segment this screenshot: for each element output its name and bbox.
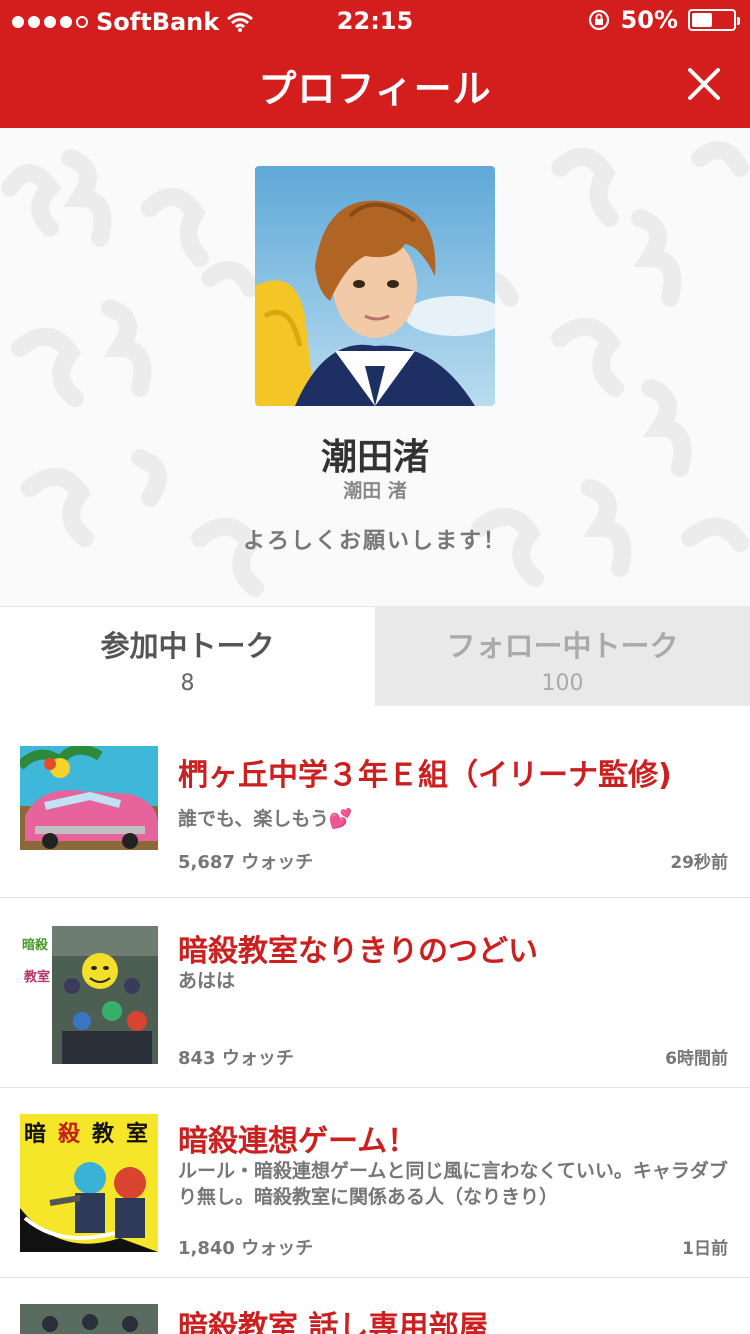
talk-time: 6時間前: [665, 1049, 728, 1069]
watch-count: 5,687 ウォッチ: [178, 852, 314, 873]
tab-bar: 参加中トーク 8 フォロー中トーク 100: [0, 606, 750, 707]
tab-count: 100: [541, 671, 584, 696]
profile-message: よろしくお願いします！: [242, 529, 507, 554]
talk-description: ルール・暗殺連想ゲームと同じ風に言わなくていい。キャラダブり無し。暗殺教室に関係…: [178, 1160, 728, 1208]
list-item[interactable]: 暗 殺 教 室 暗殺連想ゲーム！ ルール・暗殺連想ゲームと同じ風に言わなくていい…: [0, 1088, 750, 1278]
talk-time: 1日前: [682, 1239, 728, 1259]
watch-count: 843 ウォッチ: [178, 1048, 294, 1069]
watch-count: 1,840 ウォッチ: [178, 1238, 314, 1259]
talk-description: あはは: [178, 970, 236, 992]
list-item[interactable]: 暗殺教室 話し専用部屋: [0, 1278, 750, 1334]
tab-label: 参加中トーク: [100, 629, 275, 663]
talk-thumbnail: 暗殺 教室: [20, 926, 158, 1064]
rotation-lock-icon: [588, 9, 609, 31]
talk-thumbnail: [20, 1304, 158, 1334]
page-title: プロフィール: [258, 67, 492, 111]
battery-percent: 50%: [620, 6, 678, 34]
battery-icon: [688, 9, 740, 31]
profile-name: 潮田渚: [320, 437, 429, 478]
hearts-icon: 💕: [328, 808, 353, 830]
talk-thumbnail: 暗 殺 教 室: [20, 1114, 158, 1252]
header-bar: SoftBank 22:15 50% プロフィール: [0, 0, 750, 128]
talk-title: 暗殺教室 話し専用部屋: [178, 1310, 489, 1334]
list-item[interactable]: 椚ヶ丘中学３年Ｅ組（イリーナ監修) 誰でも、楽しもう💕 5,687 ウォッチ 2…: [0, 706, 750, 898]
talk-description: 誰でも、楽しもう💕: [178, 808, 353, 830]
talk-thumbnail: [20, 746, 158, 850]
talk-title: 椚ヶ丘中学３年Ｅ組（イリーナ監修): [178, 758, 672, 793]
list-item[interactable]: 暗殺 教室 暗殺教室なりきりのつどい あはは 843 ウォッチ 6時間前: [0, 898, 750, 1088]
close-icon[interactable]: [684, 64, 724, 104]
talk-time: 29秒前: [670, 853, 728, 873]
tab-label: フォロー中トーク: [446, 629, 679, 663]
tab-following-talks[interactable]: フォロー中トーク 100: [375, 607, 750, 707]
talk-title: 暗殺連想ゲーム！: [178, 1124, 418, 1159]
tab-joined-talks[interactable]: 参加中トーク 8: [0, 607, 375, 707]
profile-section: 潮田渚 潮田 渚 よろしくお願いします！: [0, 128, 750, 606]
profile-subname: 潮田 渚: [343, 480, 407, 502]
talk-title: 暗殺教室なりきりのつどい: [178, 934, 538, 969]
status-bar: SoftBank 22:15 50%: [0, 0, 750, 40]
tab-count: 8: [180, 671, 195, 696]
avatar[interactable]: [255, 166, 495, 406]
